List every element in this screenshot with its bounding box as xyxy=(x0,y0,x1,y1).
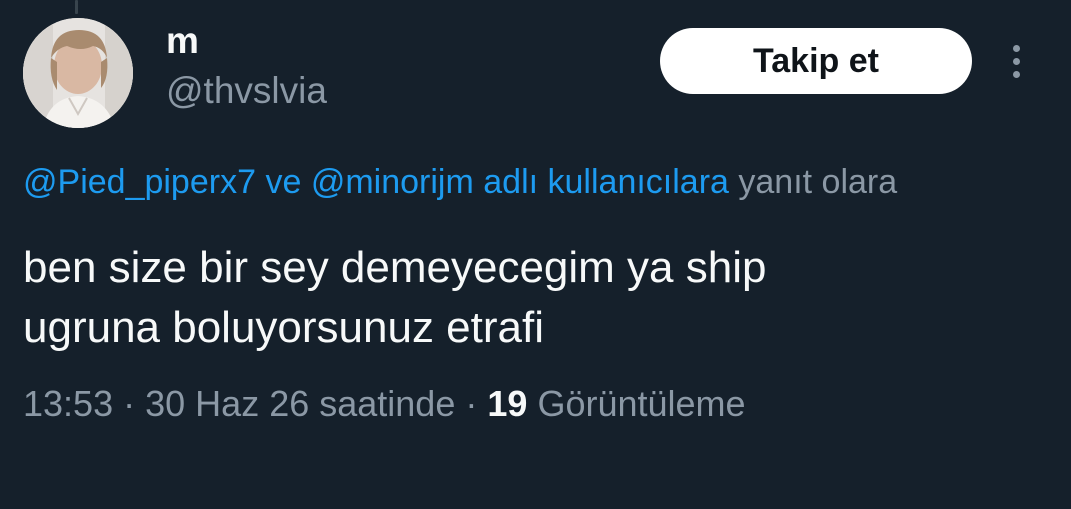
thread-connector-line xyxy=(75,0,78,14)
avatar-photo xyxy=(23,18,133,128)
tweet-date-link[interactable]: 30 Haz 26 saatinde xyxy=(145,383,455,424)
reply-context: @Pied_piperx7 ve @minorijm adlı kullanıc… xyxy=(23,160,1071,204)
meta-separator: · xyxy=(465,383,478,424)
author-display-name[interactable]: m xyxy=(166,18,199,64)
meta-separator: · xyxy=(123,383,136,424)
reply-context-suffix: yanıt olara xyxy=(738,163,898,201)
views-count: 19 xyxy=(487,383,528,424)
reply-users-link[interactable]: adlı kullanıcılara xyxy=(483,163,729,201)
more-icon-dot xyxy=(1012,57,1020,65)
views-label: Görüntüleme xyxy=(537,383,746,424)
reply-connector[interactable]: ve xyxy=(265,163,301,201)
tweet-text-line: ben size bir sey demeyecegim ya ship xyxy=(23,243,767,292)
tweet-text: ben size bir sey demeyecegim ya ship ugr… xyxy=(23,238,1043,358)
author-handle[interactable]: @thvslvia xyxy=(166,69,327,113)
follow-button[interactable]: Takip et xyxy=(660,28,972,94)
action-bar-edge xyxy=(0,503,1071,509)
reply-mention-link[interactable]: @Pied_piperx7 xyxy=(23,163,256,201)
avatar[interactable] xyxy=(23,18,133,128)
more-vertical-icon[interactable] xyxy=(996,38,1036,84)
more-icon-dot xyxy=(1012,70,1020,78)
more-icon-dot xyxy=(1012,44,1020,52)
tweet-metadata: 13:53 · 30 Haz 26 saatinde · 19 Görüntül… xyxy=(23,380,746,428)
tweet-text-line: ugruna boluyorsunuz etrafi xyxy=(23,303,544,352)
reply-mention-link[interactable]: @minorijm xyxy=(311,163,474,201)
tweet-time-link[interactable]: 13:53 xyxy=(23,383,113,424)
